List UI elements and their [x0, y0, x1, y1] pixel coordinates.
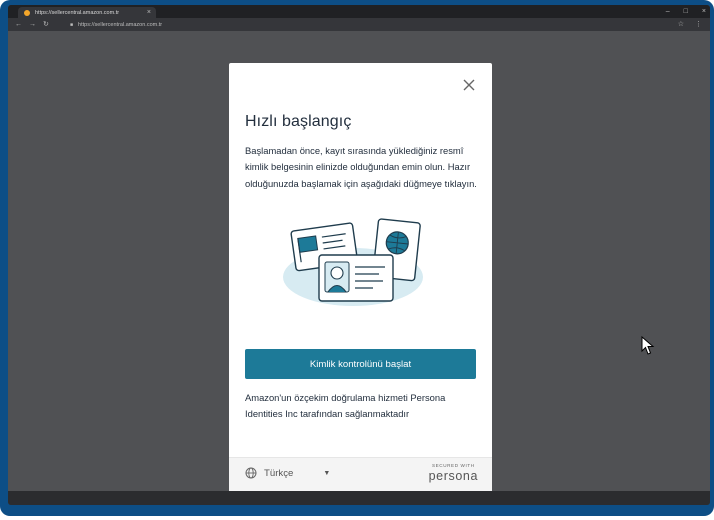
persona-logo: persona [428, 469, 478, 483]
browser-tab[interactable]: https://sellercentral.amazon.com.tr × [18, 7, 156, 18]
browser-toolbar: ← → ↻ ■ https://sellercentral.amazon.com… [8, 18, 710, 31]
reload-icon[interactable]: ↻ [43, 20, 49, 29]
secured-with-label: SECURED WITH [431, 463, 475, 468]
start-identity-check-button[interactable]: Kimlik kontrolünü başlat [245, 349, 476, 379]
id-cards-illustration [283, 215, 433, 311]
persona-badge: SECURED WITH persona [429, 463, 478, 483]
language-label: Türkçe [264, 467, 294, 479]
back-icon[interactable]: ← [15, 20, 22, 29]
maximize-button[interactable]: □ [684, 8, 688, 15]
mouse-cursor-icon [641, 336, 655, 355]
toolbar-actions: ☆ ⋮ [678, 19, 702, 30]
menu-dots-icon[interactable]: ⋮ [695, 19, 702, 30]
lock-icon: ■ [70, 21, 74, 28]
language-selector[interactable]: Türkçe ▼ [245, 467, 330, 479]
close-window-button[interactable]: × [702, 8, 706, 15]
close-icon[interactable] [462, 78, 476, 92]
caret-down-icon: ▼ [323, 469, 331, 477]
persona-disclaimer: Amazon'un özçekim doğrulama hizmeti Pers… [245, 392, 446, 420]
window-controls: – □ × [666, 5, 706, 18]
tab-title: https://sellercentral.amazon.com.tr [35, 9, 120, 16]
dialog-footer: Türkçe ▼ SECURED WITH persona [229, 457, 492, 491]
url-text: https://sellercentral.amazon.com.tr [78, 21, 163, 28]
bookmark-star-icon[interactable]: ☆ [678, 19, 684, 30]
minimize-button[interactable]: – [666, 8, 670, 15]
quick-start-dialog: Hızlı başlangıç Başlamadan önce, kayıt s… [229, 63, 492, 491]
dialog-description: Başlamadan önce, kayıt sırasında yükledi… [245, 145, 477, 189]
forward-icon[interactable]: → [29, 20, 36, 29]
dialog-title: Hızlı başlangıç [245, 113, 352, 130]
bottom-bar [8, 491, 710, 505]
address-bar[interactable]: ■ https://sellercentral.amazon.com.tr [70, 20, 630, 29]
tab-close-icon[interactable]: × [147, 8, 151, 17]
tab-strip: https://sellercentral.amazon.com.tr × – … [8, 5, 710, 18]
globe-icon [245, 467, 257, 479]
favicon-icon [24, 9, 30, 16]
